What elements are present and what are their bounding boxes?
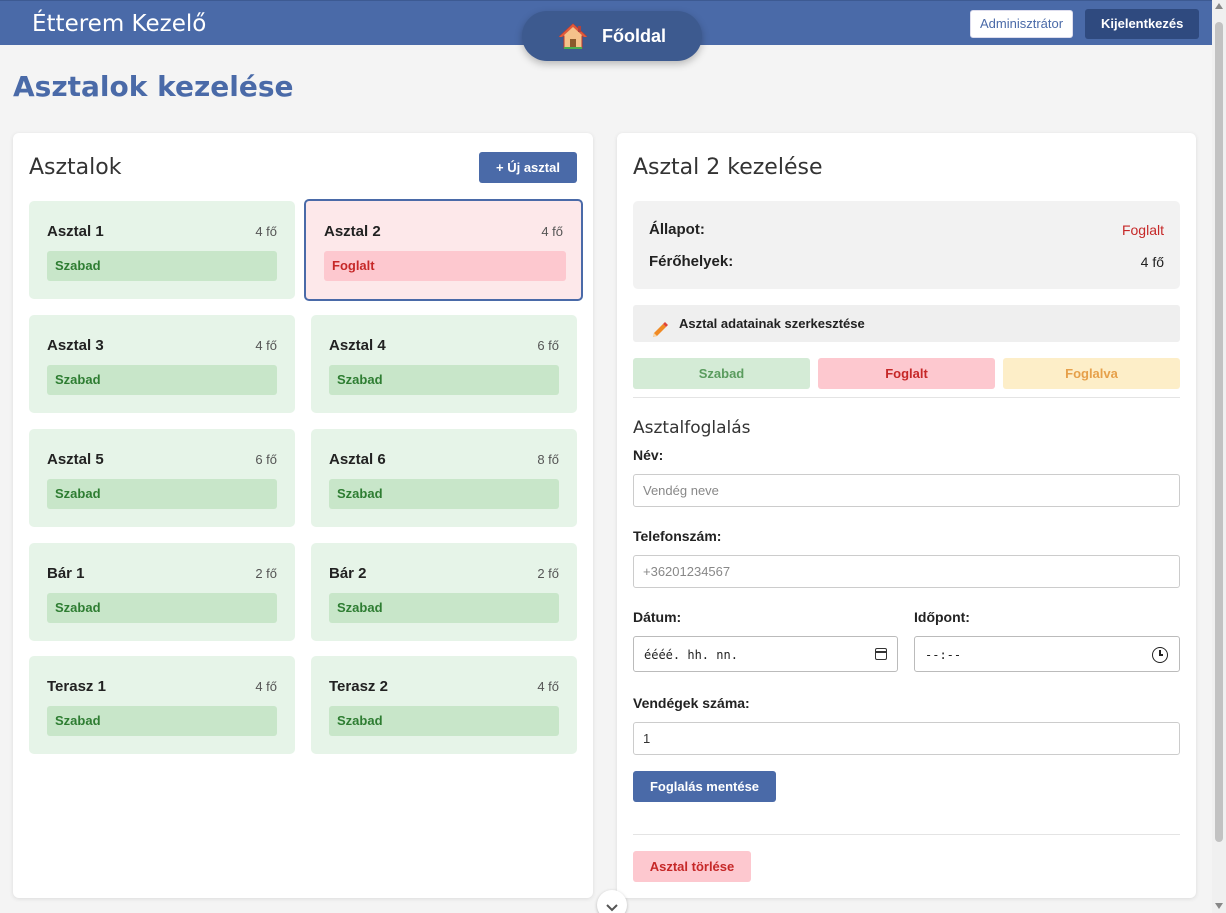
- time-input[interactable]: --:--: [914, 636, 1180, 672]
- state-label: Állapot:: [649, 221, 705, 238]
- phone-input[interactable]: [633, 555, 1180, 588]
- brand-title[interactable]: Étterem Kezelő: [32, 11, 206, 37]
- table-name: Asztal 6: [329, 451, 386, 468]
- table-capacity: 4 fő: [255, 679, 277, 694]
- table-name: Asztal 4: [329, 337, 386, 354]
- page-title: Asztalok kezelése: [13, 70, 294, 103]
- table-card-asztal-1[interactable]: Asztal 1 4 fő Szabad: [29, 201, 295, 299]
- clock-icon[interactable]: [1152, 647, 1168, 663]
- table-capacity: 2 fő: [255, 566, 277, 581]
- table-status-badge: Szabad: [329, 479, 559, 509]
- table-card-bar-1[interactable]: Bár 1 2 fő Szabad: [29, 543, 295, 641]
- scroll-down-button[interactable]: [597, 890, 627, 913]
- table-capacity: 4 fő: [255, 338, 277, 353]
- date-label: Dátum:: [633, 609, 682, 625]
- table-capacity: 8 fő: [537, 452, 559, 467]
- scroll-up-arrow-icon[interactable]: [1215, 3, 1223, 9]
- state-value: Foglalt: [1121, 222, 1164, 238]
- table-name: Asztal 2: [324, 223, 381, 240]
- guest-name-input[interactable]: [633, 474, 1180, 507]
- tables-panel: Asztalok + Új asztal Asztal 1 4 fő Szaba…: [13, 133, 593, 898]
- scroll-down-arrow-icon[interactable]: [1215, 903, 1223, 909]
- table-status-badge: Szabad: [329, 706, 559, 736]
- seats-value: 4 fő: [1140, 254, 1164, 270]
- table-card-bar-2[interactable]: Bár 2 2 fő Szabad: [311, 543, 577, 641]
- table-capacity: 4 fő: [541, 224, 563, 239]
- table-card-asztal-2[interactable]: Asztal 2 4 fő Foglalt: [304, 199, 583, 301]
- calendar-icon[interactable]: [875, 648, 887, 660]
- table-card-asztal-4[interactable]: Asztal 4 6 fő Szabad: [311, 315, 577, 413]
- table-card-asztal-3[interactable]: Asztal 3 4 fő Szabad: [29, 315, 295, 413]
- logout-button[interactable]: Kijelentkezés: [1085, 9, 1200, 39]
- table-status-badge: Szabad: [47, 365, 277, 395]
- set-status-reserved-button[interactable]: Foglalva: [1003, 358, 1180, 389]
- pencil-icon: [651, 315, 669, 337]
- scrollbar-thumb[interactable]: [1215, 22, 1223, 842]
- chevron-down-icon: [606, 899, 618, 912]
- detail-panel-title: Asztal 2 kezelése: [633, 155, 823, 180]
- divider: [633, 834, 1180, 835]
- table-capacity: 4 fő: [537, 679, 559, 694]
- edit-table-label: Asztal adatainak szerkesztése: [679, 316, 865, 331]
- table-status-badge: Szabad: [47, 251, 277, 281]
- table-capacity: 4 fő: [255, 224, 277, 239]
- guests-count-input[interactable]: [633, 722, 1180, 755]
- house-icon: [558, 22, 588, 50]
- table-status-badge: Foglalt: [324, 251, 566, 281]
- table-capacity: 2 fő: [537, 566, 559, 581]
- table-name: Asztal 3: [47, 337, 104, 354]
- booking-section-title: Asztalfoglalás: [633, 418, 751, 438]
- table-name: Bár 1: [47, 565, 85, 582]
- table-name: Terasz 2: [329, 678, 388, 695]
- time-label: Időpont:: [914, 609, 970, 625]
- table-status-badge: Szabad: [329, 593, 559, 623]
- table-capacity: 6 fő: [255, 452, 277, 467]
- divider: [633, 397, 1180, 398]
- seats-label: Férőhelyek:: [649, 253, 734, 270]
- table-status-badge: Szabad: [47, 706, 277, 736]
- name-label: Név:: [633, 447, 664, 463]
- table-name: Asztal 5: [47, 451, 104, 468]
- table-detail-panel: Asztal 2 kezelése Állapot: Foglalt Férőh…: [617, 133, 1196, 898]
- page-scrollbar[interactable]: [1212, 0, 1226, 913]
- date-input[interactable]: éééé. hh. nn.: [633, 636, 898, 672]
- table-card-terasz-1[interactable]: Terasz 1 4 fő Szabad: [29, 656, 295, 754]
- home-button[interactable]: Főoldal: [522, 11, 702, 61]
- set-status-free-button[interactable]: Szabad: [633, 358, 810, 389]
- delete-table-button[interactable]: Asztal törlése: [633, 851, 751, 882]
- table-card-asztal-6[interactable]: Asztal 6 8 fő Szabad: [311, 429, 577, 527]
- table-status-badge: Szabad: [47, 593, 277, 623]
- guests-label: Vendégek száma:: [633, 695, 750, 711]
- tables-panel-title: Asztalok: [29, 155, 122, 180]
- time-value: --:--: [925, 648, 962, 662]
- date-value: éééé. hh. nn.: [644, 648, 738, 662]
- new-table-button[interactable]: + Új asztal: [479, 152, 577, 183]
- set-status-busy-button[interactable]: Foglalt: [818, 358, 995, 389]
- table-name: Terasz 1: [47, 678, 106, 695]
- table-status-badge: Szabad: [329, 365, 559, 395]
- save-booking-button[interactable]: Foglalás mentése: [633, 771, 776, 802]
- edit-table-button[interactable]: Asztal adatainak szerkesztése: [633, 305, 1180, 342]
- table-capacity: 6 fő: [537, 338, 559, 353]
- table-card-terasz-2[interactable]: Terasz 2 4 fő Szabad: [311, 656, 577, 754]
- table-card-asztal-5[interactable]: Asztal 5 6 fő Szabad: [29, 429, 295, 527]
- admin-button[interactable]: Adminisztrátor: [970, 10, 1074, 38]
- phone-label: Telefonszám:: [633, 528, 722, 544]
- home-label: Főoldal: [602, 25, 666, 46]
- table-status-badge: Szabad: [47, 479, 277, 509]
- table-name: Asztal 1: [47, 223, 104, 240]
- table-name: Bár 2: [329, 565, 367, 582]
- table-info-box: Állapot: Foglalt Férőhelyek: 4 fő: [633, 201, 1180, 289]
